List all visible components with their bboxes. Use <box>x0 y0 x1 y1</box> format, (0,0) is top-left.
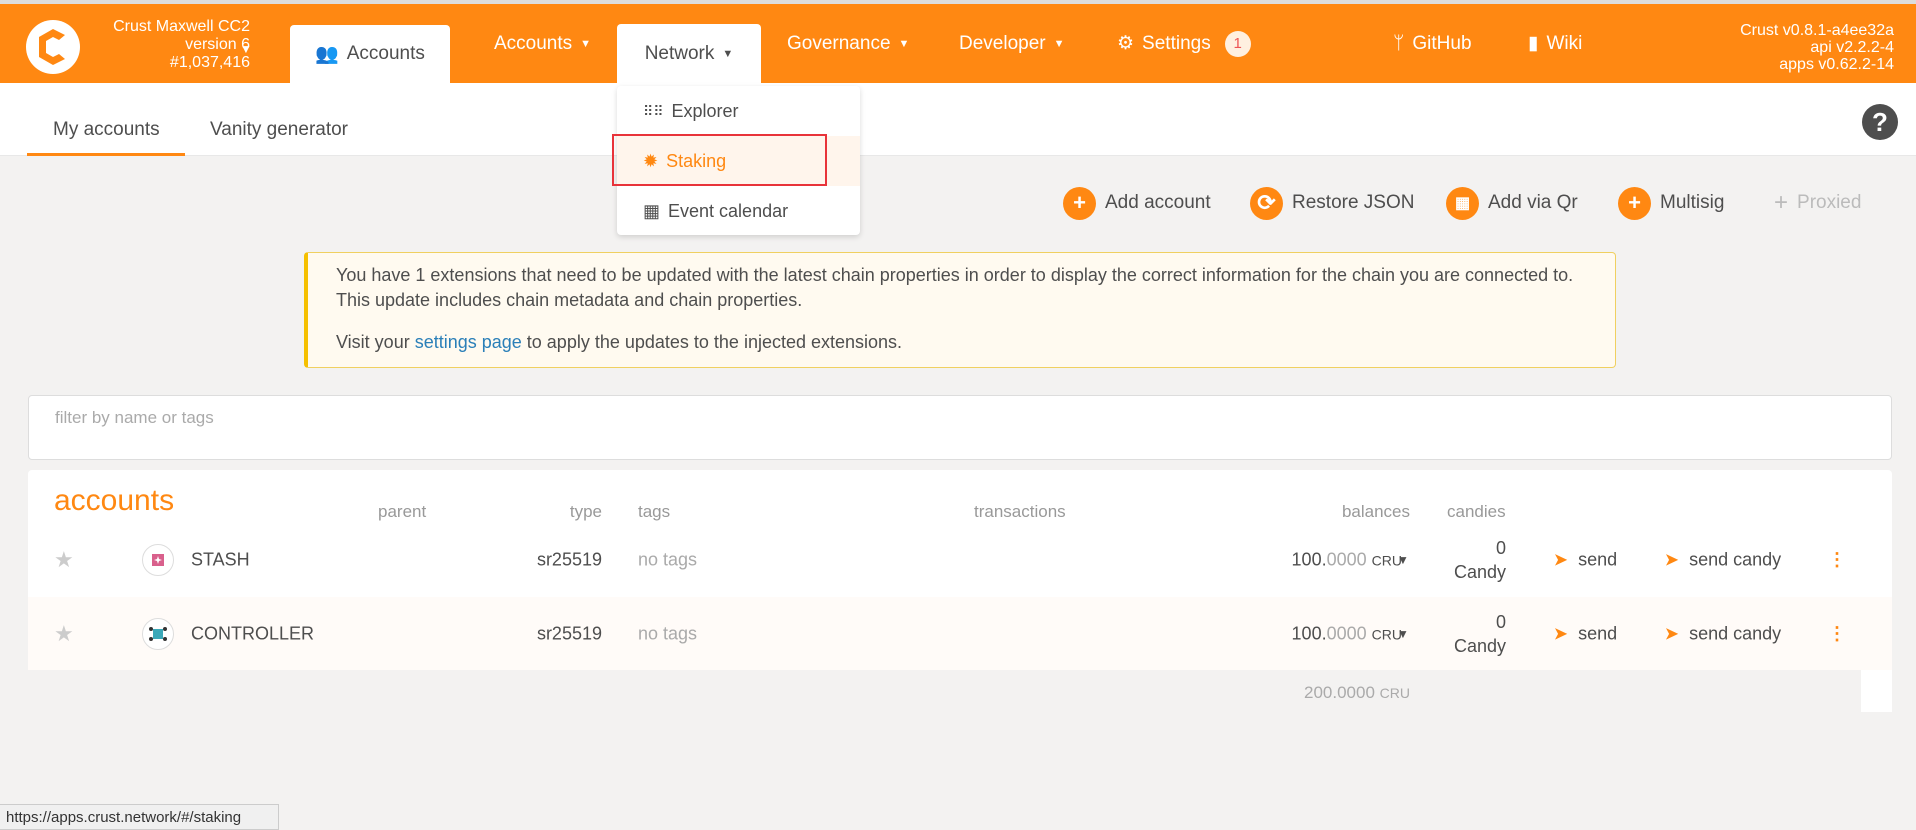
filter-input[interactable]: filter by name or tags <box>28 395 1892 460</box>
send-button[interactable]: ➤ send <box>1553 550 1617 571</box>
chevron-down-icon[interactable]: ▼ <box>1397 553 1409 567</box>
tab-accounts[interactable]: Accounts ▼ <box>494 4 591 83</box>
account-name[interactable]: CONTROLLER <box>191 623 314 644</box>
crust-logo-icon[interactable] <box>26 20 80 74</box>
menu-item-event-calendar[interactable]: ▦ Event calendar <box>617 186 860 236</box>
send-candy-button[interactable]: ➤ send candy <box>1664 550 1781 571</box>
chevron-down-icon[interactable]: ▼ <box>240 42 252 56</box>
table-footer-cell <box>1861 670 1892 712</box>
extension-update-warning: You have 1 extensions that need to be up… <box>304 252 1616 368</box>
table-title: accounts <box>54 484 175 517</box>
qrcode-icon: ▦ <box>1446 186 1479 220</box>
account-tags[interactable]: no tags <box>638 623 697 644</box>
top-nav: Crust Maxwell CC2 version 6 #1,037,416 ▼… <box>0 4 1916 83</box>
menu-item-explorer[interactable]: ⠿⠿ Explorer <box>617 86 860 136</box>
header-balances: balances <box>1341 502 1410 521</box>
sync-icon: ⟳ <box>1250 186 1283 220</box>
header-transactions: transactions <box>974 502 1066 521</box>
chain-info[interactable]: Crust Maxwell CC2 version 6 #1,037,416 <box>113 18 250 72</box>
candies: 0 Candy <box>1453 538 1506 582</box>
header-parent: parent <box>378 502 427 521</box>
restore-json-button[interactable]: ⟳ Restore JSON <box>1250 186 1414 220</box>
balance[interactable]: 100.0000 CRU <box>1292 623 1402 644</box>
send-button[interactable]: ➤ send <box>1553 623 1617 644</box>
multisig-button[interactable]: + Multisig <box>1618 186 1724 220</box>
table-row: ★ CONTROLLER sr25519 no tags 100.0000 CR… <box>28 597 1892 670</box>
tab-developer[interactable]: Developer ▼ <box>959 4 1065 83</box>
plus-icon: + <box>1063 186 1096 220</box>
header-type: type <box>569 502 602 521</box>
chevron-down-icon: ▼ <box>580 37 592 50</box>
account-type: sr25519 <box>536 623 602 643</box>
tab-network[interactable]: Network ▼ <box>617 24 761 83</box>
accounts-table: accounts parent type tags transactions b… <box>28 470 1892 670</box>
paper-plane-icon: ➤ <box>1553 623 1569 643</box>
gears-icon: ⚙ <box>1117 33 1135 54</box>
settings-page-link[interactable]: settings page <box>415 332 522 352</box>
plus-icon: + <box>1618 186 1651 220</box>
paper-plane-icon: ➤ <box>1553 549 1569 570</box>
candies: 0 Candy <box>1453 611 1506 656</box>
proxied-button[interactable]: + Proxied <box>1774 186 1861 220</box>
table-row: ★ STASH sr25519 no tags 100.0000 CRU ▼ 0… <box>28 523 1892 597</box>
calendar-icon: ▦ <box>643 200 661 221</box>
total-balance: 200.0000 CRU <box>1304 683 1410 702</box>
chevron-down-icon: ▼ <box>898 37 910 50</box>
header-candies: candies <box>1447 502 1506 521</box>
tab-vanity-generator[interactable]: Vanity generator <box>210 119 348 141</box>
identicon[interactable] <box>142 544 174 576</box>
paper-plane-icon: ➤ <box>1664 549 1680 570</box>
code-branch-icon: ᛘ <box>1393 32 1405 54</box>
add-via-qr-button[interactable]: ▦ Add via Qr <box>1446 186 1578 220</box>
version-info: Crust v0.8.1-a4ee32a api v2.2.2-4 apps v… <box>1740 22 1894 73</box>
users-icon: 👥 <box>315 44 339 65</box>
chevron-down-icon: ▼ <box>1053 37 1065 50</box>
help-icon[interactable]: ? <box>1862 104 1898 140</box>
identicon[interactable] <box>142 617 174 650</box>
balance[interactable]: 100.0000 CRU <box>1292 550 1402 571</box>
account-name[interactable]: STASH <box>191 550 250 571</box>
tab-accounts-home[interactable]: 👥 Accounts <box>290 25 450 83</box>
block-number: #1,037,416 <box>169 54 250 71</box>
more-options-icon[interactable]: ⋮ <box>1828 550 1846 571</box>
more-options-icon[interactable]: ⋮ <box>1828 623 1846 644</box>
highlight-box <box>612 134 827 186</box>
tab-my-accounts[interactable]: My accounts <box>53 119 160 141</box>
paper-plane-icon: ➤ <box>1664 623 1680 643</box>
chain-name: Crust Maxwell CC2 <box>113 18 250 35</box>
chain-version: version 6 <box>185 36 250 53</box>
plus-icon: + <box>1774 189 1789 216</box>
tab-settings[interactable]: ⚙ Settings 1 <box>1117 4 1251 83</box>
wiki-link[interactable]: ▮ Wiki <box>1528 4 1582 83</box>
active-tab-indicator <box>27 153 185 156</box>
account-tags[interactable]: no tags <box>638 550 697 571</box>
send-candy-button[interactable]: ➤ send candy <box>1664 623 1781 644</box>
braille-dots-icon: ⠿⠿ <box>643 102 664 119</box>
chevron-down-icon[interactable]: ▼ <box>1397 627 1409 641</box>
status-bar-url: https://apps.crust.network/#/staking <box>0 804 279 830</box>
github-link[interactable]: ᛘ GitHub <box>1393 4 1472 83</box>
account-type: sr25519 <box>536 549 602 570</box>
tab-governance[interactable]: Governance ▼ <box>787 4 909 83</box>
sub-nav: My accounts Vanity generator ? <box>0 83 1916 156</box>
favorite-star-icon[interactable]: ★ <box>54 547 74 573</box>
add-account-button[interactable]: + Add account <box>1063 186 1211 220</box>
header-tags: tags <box>638 502 671 521</box>
favorite-star-icon[interactable]: ★ <box>54 621 74 647</box>
chevron-down-icon: ▼ <box>722 47 734 60</box>
settings-badge: 1 <box>1224 30 1251 57</box>
book-icon: ▮ <box>1528 33 1539 54</box>
